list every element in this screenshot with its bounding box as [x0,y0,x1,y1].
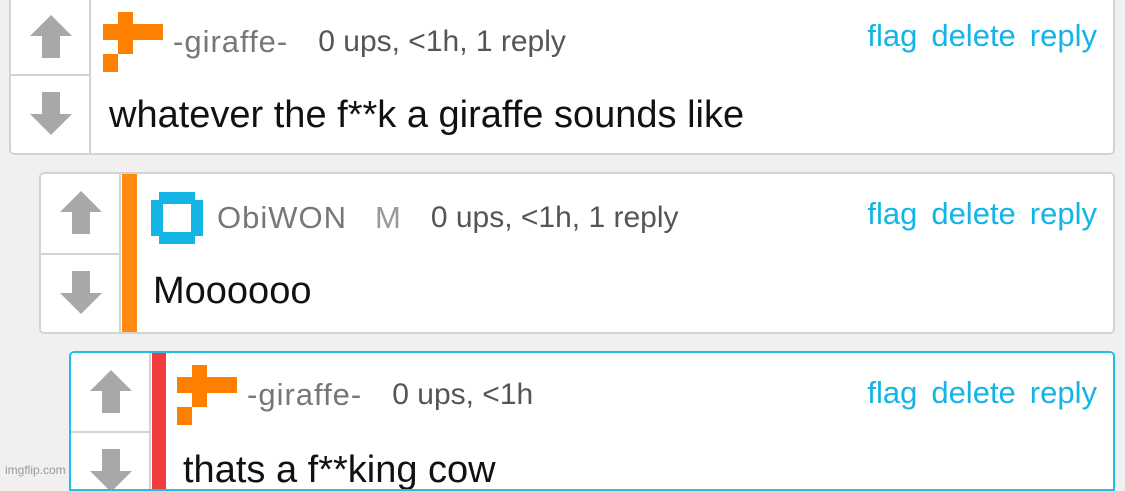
reply-link[interactable]: reply [1030,196,1097,232]
flag-link[interactable]: flag [867,18,917,54]
downvote-button[interactable] [41,255,121,331]
reply-link[interactable]: reply [1030,18,1097,54]
comment-1: -giraffe- 0 ups, <1h, 1 reply flag delet… [9,0,1115,155]
downvote-button[interactable] [11,76,91,152]
flag-link[interactable]: flag [867,196,917,232]
orange-pixel-avatar-icon[interactable] [177,365,237,425]
orange-pixel-avatar-icon[interactable] [103,12,163,72]
vote-column [71,353,151,489]
comment-2: ObiWON M 0 ups, <1h, 1 reply flag delete… [39,172,1115,334]
downvote-button[interactable] [71,433,151,489]
comment-text: Moooooo [153,270,312,312]
cyan-ring-avatar-icon[interactable] [147,188,207,248]
down-arrow-icon [30,92,72,135]
comment-header: ObiWON M 0 ups, <1h, 1 reply [147,188,679,248]
comment-3: -giraffe- 0 ups, <1h flag delete reply t… [69,351,1115,491]
comment-header: -giraffe- 0 ups, <1h [177,365,533,425]
comment-meta: 0 ups, <1h, 1 reply [318,25,566,58]
upvote-button[interactable] [11,0,91,74]
username[interactable]: -giraffe- [247,377,362,413]
comment-text: thats a f**king cow [183,449,496,491]
watermark: imgflip.com [5,463,66,477]
delete-link[interactable]: delete [931,375,1015,411]
comment-text: whatever the f**k a giraffe sounds like [109,94,745,136]
down-arrow-icon [90,449,132,489]
reply-link[interactable]: reply [1030,375,1097,411]
comment-meta: 0 ups, <1h, 1 reply [430,201,679,234]
delete-link[interactable]: delete [931,196,1015,232]
mod-badge: M [375,200,401,235]
flag-link[interactable]: flag [867,375,917,411]
delete-link[interactable]: delete [931,18,1015,54]
upvote-button[interactable] [41,174,121,250]
down-arrow-icon [60,271,102,314]
username[interactable]: -giraffe- [173,24,288,60]
comment-header: -giraffe- 0 ups, <1h, 1 reply [103,12,566,72]
vote-column [41,174,121,332]
up-arrow-icon [90,370,132,413]
username[interactable]: ObiWON [217,200,347,236]
thread-depth-bar [122,174,137,332]
comment-meta: 0 ups, <1h [392,378,534,411]
upvote-button[interactable] [71,353,151,429]
vote-column [11,0,91,153]
comment-actions: flag delete reply [853,18,1097,54]
up-arrow-icon [30,15,72,58]
up-arrow-icon [60,191,102,234]
comment-actions: flag delete reply [853,196,1097,232]
comment-actions: flag delete reply [853,375,1097,411]
thread-depth-bar [152,353,166,489]
